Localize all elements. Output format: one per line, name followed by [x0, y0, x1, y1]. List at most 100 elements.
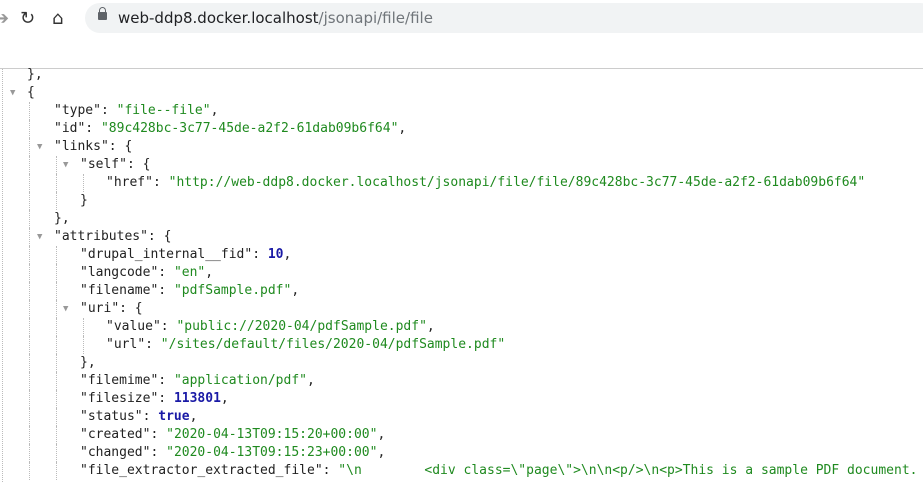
json-line: "url": "/sites/default/files/2020-04/pdf…	[106, 336, 505, 354]
json-key: links	[61, 139, 101, 154]
json-key: uri	[87, 301, 112, 316]
indent-guide	[83, 174, 84, 192]
indent-guide	[29, 390, 30, 408]
json-string-quote: "	[166, 445, 174, 460]
indent-guide	[56, 426, 57, 444]
collapse-toggle-icon[interactable]: ▼	[10, 84, 15, 102]
address-bar[interactable]: web-ddp8.docker.localhost/jsonapi/file/f…	[85, 3, 923, 33]
json-punctuation: {	[27, 85, 35, 100]
json-line: "uri": {	[80, 300, 143, 318]
indent-guide	[56, 408, 57, 426]
json-comma: ,	[205, 265, 214, 280]
json-string-quote: "	[202, 103, 211, 118]
json-string-quote: "	[160, 337, 169, 352]
json-line: "value": "public://2020-04/pdfSample.pdf…	[106, 318, 435, 336]
reload-icon[interactable]: ↻	[20, 8, 35, 29]
json-key: drupal_internal__fid	[87, 247, 245, 262]
json-key-quote: "	[106, 175, 114, 190]
json-string-value: en	[181, 265, 198, 280]
indent-guide	[56, 318, 57, 336]
browser-toolbar: ➔ ↻ ⌂ web-ddp8.docker.localhost/jsonapi/…	[0, 0, 923, 36]
json-string-quote: "	[173, 283, 182, 298]
json-punctuation: {	[124, 139, 133, 154]
json-comma: ,	[377, 427, 386, 442]
indent-guide	[29, 120, 30, 138]
json-key-quote: ":	[142, 445, 167, 460]
json-key-quote: ":	[137, 337, 161, 352]
collapse-toggle-icon[interactable]: ▼	[63, 156, 68, 174]
json-string-value: 2020-04-13T09:15:20+00:00	[173, 427, 370, 442]
collapse-toggle-icon[interactable]: ▼	[37, 228, 42, 246]
json-key-quote: ":	[134, 409, 159, 424]
json-key-quote: ":	[150, 265, 174, 280]
json-punctuation: },	[54, 211, 70, 226]
forward-icon[interactable]: ➔	[0, 8, 9, 29]
json-string-quote: "	[173, 265, 182, 280]
json-punctuation: {	[134, 301, 143, 316]
json-key-quote: ":	[150, 373, 174, 388]
json-line: "filename": "pdfSample.pdf",	[80, 282, 299, 300]
json-key-quote: "	[80, 409, 88, 424]
json-key-quote: ":	[100, 139, 125, 154]
json-key-quote: "	[80, 265, 88, 280]
indent-guide	[29, 210, 30, 228]
json-string-quote: "	[857, 175, 866, 190]
indent-guide	[29, 102, 30, 120]
json-key-quote: ":	[244, 247, 268, 262]
indent-guide	[29, 336, 30, 354]
json-key-quote: "	[80, 427, 88, 442]
url-path: /jsonapi/file/file	[318, 9, 433, 27]
indent-guide	[29, 264, 30, 282]
json-number-value: true	[158, 409, 190, 424]
json-viewer: }, ▼{"type": "file--file", "id": "89c428bc…	[0, 67, 923, 482]
json-key-quote: "	[80, 283, 88, 298]
json-key-quote: "	[54, 139, 62, 154]
json-string-value: pdfSample.pdf	[181, 283, 284, 298]
indent-guide	[56, 336, 57, 354]
json-comma: ,	[210, 103, 219, 118]
indent-guide	[29, 300, 30, 318]
collapse-toggle-icon[interactable]: ▼	[37, 138, 42, 156]
json-punctuation: {	[163, 229, 172, 244]
indent-guide	[2, 69, 3, 482]
json-key-quote: "	[54, 229, 62, 244]
json-punctuation: },	[80, 355, 96, 370]
json-key: status	[87, 409, 135, 424]
json-key: attributes	[61, 229, 141, 244]
json-key: url	[113, 337, 138, 352]
json-key-quote: "	[80, 157, 88, 172]
json-key: id	[61, 121, 78, 136]
url-text[interactable]: web-ddp8.docker.localhost/jsonapi/file/f…	[118, 9, 433, 27]
json-string-quote: "	[419, 319, 427, 334]
json-string-value: 89c428bc-3c77-45de-a2f2-61dab09b6f64	[108, 121, 391, 136]
json-key: href	[113, 175, 146, 190]
collapse-toggle-icon[interactable]: ▼	[63, 300, 68, 318]
json-comma: ,	[220, 391, 229, 406]
json-key-quote: ":	[150, 391, 174, 406]
json-key-quote: ":	[150, 283, 174, 298]
json-line: },	[54, 210, 70, 228]
json-line: "id": "89c428bc-3c77-45de-a2f2-61dab09b6…	[54, 120, 406, 138]
lock-icon	[98, 7, 107, 20]
json-key: filename	[87, 283, 151, 298]
indent-guide	[83, 318, 84, 336]
indent-guide	[56, 372, 57, 390]
indent-guide	[29, 138, 30, 156]
url-host: web-ddp8.docker.localhost	[118, 9, 319, 27]
json-key-quote: ":	[119, 157, 143, 172]
json-number-value: 113801	[173, 391, 221, 406]
json-punctuation: },	[27, 67, 43, 82]
json-key-quote: ":	[314, 463, 339, 478]
indent-guide	[29, 156, 30, 174]
json-key-quote: ":	[145, 175, 169, 190]
indent-guide	[56, 300, 57, 318]
json-key-quote: "	[80, 301, 88, 316]
json-string-value: http://web-ddp8.docker.localhost/jsonapi…	[176, 175, 858, 190]
json-line: "filesize": 113801,	[80, 390, 229, 408]
json-key-quote: ":	[152, 319, 177, 334]
home-icon[interactable]: ⌂	[52, 8, 63, 29]
json-string-quote: "	[497, 337, 506, 352]
json-string-quote: "	[100, 121, 109, 136]
json-comma: ,	[307, 373, 315, 388]
json-string-value: \n <div class=\"page\">\n\n<p/>\n<p>This…	[346, 463, 918, 478]
